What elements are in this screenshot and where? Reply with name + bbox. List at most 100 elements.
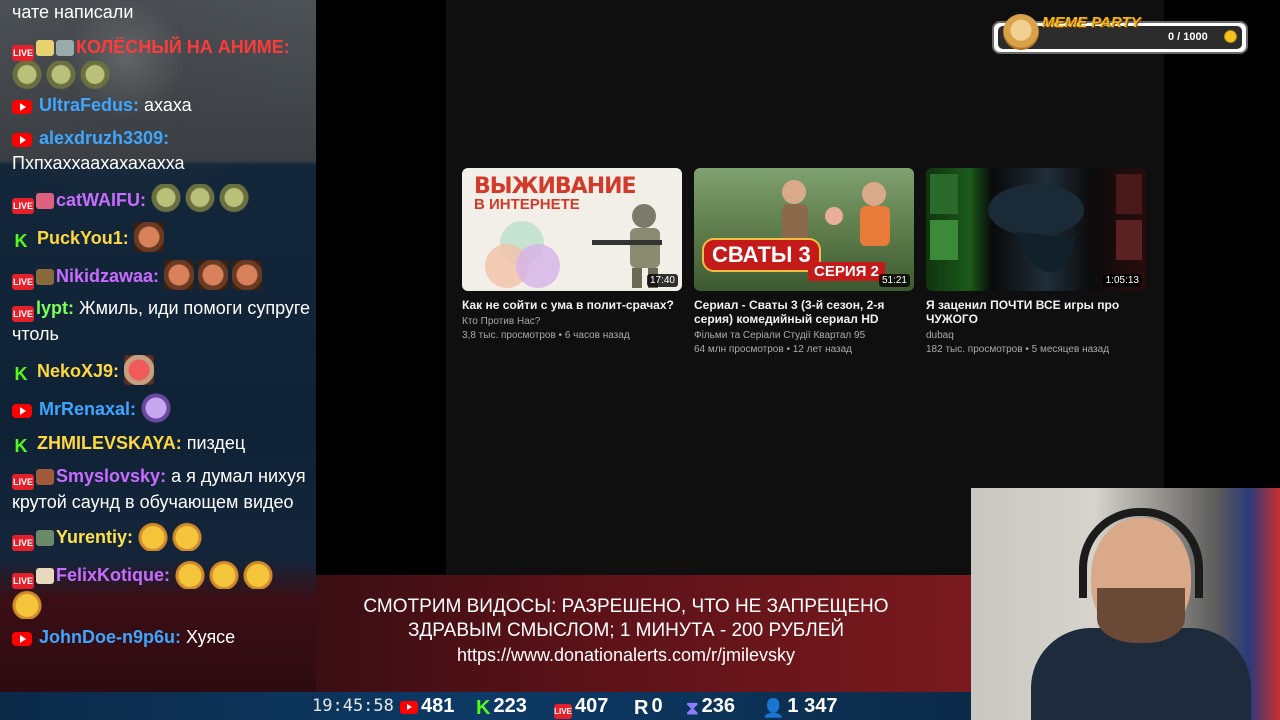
total-viewers: 👤 1 347 [762, 692, 837, 720]
cup-badge-icon [36, 40, 54, 56]
youtube-viewer-count: 481 [421, 695, 455, 717]
kick-badge-icon: K [14, 436, 28, 456]
chat-username: JohnDoe-n9p6u: [39, 627, 182, 647]
donation-banner: СМОТРИМ ВИДОСЫ: РАЗРЕШЕНО, ЧТО НЕ ЗАПРЕЩ… [316, 575, 971, 692]
chat-message: JohnDoe-n9p6u: Хуясе [12, 625, 312, 650]
chat-username: Yurentiy: [56, 527, 134, 547]
chat-message: LIVE Smyslovsky: а я думал нихуя крутой с… [12, 464, 312, 515]
message-text: ахаха [144, 95, 192, 115]
video-channel[interactable]: Фільми та Серіали Студії Квартал 95 [694, 329, 914, 343]
frog-emote-icon [46, 61, 76, 91]
youtube-icon [400, 701, 418, 714]
chat-message: K ZHMILEVSKAYA: пиздец [12, 431, 312, 456]
kick-badge-icon: K [14, 364, 28, 384]
video-thumbnail[interactable]: СВАТЫ 3 СЕРИЯ 2 51:21 [694, 168, 914, 291]
kick-viewers: K 223 [476, 692, 527, 720]
video-title[interactable]: Как не сойти с ума в полит-срачах? [462, 298, 682, 312]
rutube-viewer-count: 0 [651, 695, 663, 717]
chat-username: alexdruzh3309: [39, 128, 170, 148]
chat-message: UltraFedus: ахаха [12, 93, 312, 118]
message-text: Пхпхаххаахахахахха [12, 153, 185, 173]
message-text: пиздец [186, 433, 246, 453]
video-meta: 3,8 тыс. просмотров • 6 часов назад [462, 330, 630, 341]
vk-viewers: LIVE 407 [554, 692, 608, 720]
thumbnail-episode: СЕРИЯ 2 [808, 262, 885, 281]
video-duration: 17:40 [646, 274, 678, 287]
rutube-icon: R [634, 697, 649, 719]
video-duration: 1:05:13 [1102, 274, 1142, 287]
laugh-emote-icon [175, 559, 206, 589]
stack-badge-icon [36, 269, 54, 285]
webcam-feed [971, 488, 1280, 720]
laugh-emote-icon [209, 559, 240, 589]
vk-live-badge: LIVE [12, 474, 34, 490]
rutube-viewers: R0 [634, 692, 663, 720]
frog-emote-icon [185, 184, 216, 214]
vk-live-badge: LIVE [12, 535, 34, 551]
vk-live-badge: LIVE [12, 573, 34, 589]
frog-emote-icon [219, 184, 250, 214]
youtube-viewers: 481 [400, 692, 454, 720]
hourglass-icon: ⧗ [686, 698, 699, 718]
clock: 19:45:58 [312, 696, 394, 716]
chat-username: NekoXJ9: [37, 361, 120, 381]
frog-emote-icon [80, 61, 110, 91]
face-emote-icon [198, 260, 229, 290]
coin-icon [1224, 30, 1237, 43]
vk-live-icon: LIVE [554, 704, 572, 719]
video-duration: 51:21 [878, 274, 910, 287]
chat-username: КОЛЁСНЫЙ НА АНИМЕ: [76, 37, 290, 57]
chat-message: K NekoXJ9: [12, 355, 312, 385]
chat-message: MrRenaxal: [12, 393, 312, 423]
video-thumbnail[interactable]: ВЫЖИВАНИЕ В ИНТЕРНЕТЕ 17:40 [462, 168, 682, 291]
laugh-emote-icon [138, 521, 169, 551]
video-channel[interactable]: dubaq [926, 329, 1146, 343]
chat-message: чате написали [12, 0, 312, 25]
video-card[interactable]: 1:05:13 Я заценил ПОЧТИ ВСЕ игры про ЧУЖ… [926, 168, 1146, 357]
banner-line-1: СМОТРИМ ВИДОСЫ: РАЗРЕШЕНО, ЧТО НЕ ЗАПРЕЩ… [363, 596, 889, 617]
avatar-badge-icon [36, 568, 54, 584]
purple-emote-icon [141, 393, 172, 423]
video-card[interactable]: СВАТЫ 3 СЕРИЯ 2 51:21 Сериал - Сваты 3 (… [694, 168, 914, 357]
vk-live-badge: LIVE [12, 45, 34, 61]
donation-url[interactable]: https://www.donationalerts.com/r/jmilevs… [316, 643, 936, 667]
chat-username: Nikidzawaa: [56, 266, 160, 286]
chat-username: FelixKotique: [56, 565, 171, 585]
laugh-emote-icon [243, 559, 274, 589]
chat-panel: чате написали LIVE КОЛЁСНЫЙ НА АНИМЕ: Ult… [0, 0, 316, 720]
meme-party-count: 0 / 1000 [1168, 31, 1208, 43]
video-title[interactable]: Сериал - Сваты 3 (3-й сезон, 2-я серия) … [694, 298, 914, 326]
doge-icon [1003, 14, 1039, 50]
chat-message: LIVE Nikidzawaa: [12, 260, 312, 290]
chat-messages: чате написали LIVE КОЛЁСНЫЙ НА АНИМЕ: Ult… [12, 0, 312, 650]
other-viewers: ⧗ 236 [686, 692, 735, 720]
chat-message: alexdruzh3309: Пхпхаххаахахахахха [12, 126, 312, 176]
vk-live-badge: LIVE [12, 274, 34, 290]
video-channel[interactable]: Кто Против Нас? [462, 315, 682, 329]
total-viewer-count: 1 347 [787, 695, 838, 717]
frog-emote-icon [151, 184, 182, 214]
laugh-emote-icon [172, 521, 203, 551]
banner-text: СМОТРИМ ВИДОСЫ: РАЗРЕШЕНО, ЧТО НЕ ЗАПРЕЩ… [316, 595, 936, 667]
chat-message: K PuckYou1: [12, 222, 312, 252]
stream-screen: чате написали LIVE КОЛЁСНЫЙ НА АНИМЕ: Ult… [0, 0, 1280, 720]
shocked-emote-icon [124, 355, 155, 385]
chat-username: Smyslovsky: [56, 466, 167, 486]
face-emote-icon [133, 222, 164, 252]
avatar-badge-icon [36, 469, 54, 485]
chat-username: MrRenaxal: [39, 399, 137, 419]
banner-line-2: ЗДРАВЫМ СМЫСЛОМ; 1 МИНУТА - 200 РУБЛЕЙ [407, 620, 845, 641]
thumbnail-subtitle: В ИНТЕРНЕТЕ [474, 196, 580, 213]
video-card[interactable]: ВЫЖИВАНИЕ В ИНТЕРНЕТЕ 17:40 Как не сойти… [462, 168, 682, 343]
avatar-badge-icon [36, 530, 54, 546]
alien-collage-icon [930, 174, 1142, 273]
headphones-icon [1079, 508, 1203, 598]
chat-username: lypt: [36, 298, 74, 318]
chat-username: UltraFedus: [39, 95, 140, 115]
video-thumbnail[interactable]: 1:05:13 [926, 168, 1146, 291]
face-emote-icon [232, 260, 263, 290]
youtube-badge-icon [12, 632, 32, 646]
video-title[interactable]: Я заценил ПОЧТИ ВСЕ игры про ЧУЖОГО [926, 298, 1146, 326]
kick-viewer-count: 223 [493, 695, 527, 717]
streamer-image [1031, 508, 1251, 720]
